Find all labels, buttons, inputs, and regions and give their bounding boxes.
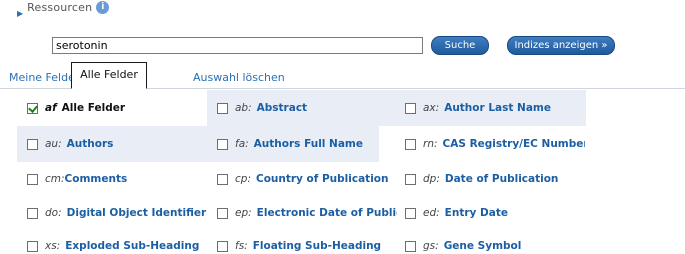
field-name: Entry Date — [444, 207, 508, 219]
field-name: Comments — [64, 173, 128, 185]
search-button[interactable]: Suche — [431, 36, 489, 55]
field-tabs: Meine Felder Alle Felder Auswahl löschen — [0, 62, 685, 89]
field-option[interactable]: fa: Authors Full Name — [217, 136, 363, 152]
field-name: Exploded Sub-Heading — [65, 240, 200, 252]
show-indices-button[interactable]: Indizes anzeigen » — [507, 36, 615, 55]
field-code: af — [45, 102, 57, 114]
search-input[interactable] — [52, 37, 423, 54]
checkbox[interactable] — [217, 207, 228, 219]
field-code: cm: — [45, 173, 65, 185]
tab-my-fields[interactable]: Meine Felder — [9, 71, 79, 84]
resources-toggle[interactable]: ▶ Ressourcen i — [17, 0, 110, 26]
field-option[interactable]: fs: Floating Sub-Heading — [217, 238, 381, 254]
field-option[interactable]: au: Authors — [27, 136, 113, 152]
checkbox[interactable] — [405, 102, 416, 114]
checkbox[interactable] — [405, 207, 416, 219]
field-option[interactable]: ax: Author Last Name — [405, 100, 551, 116]
field-code: fs: — [235, 240, 248, 252]
field-option[interactable]: ep: Electronic Date of Publicatio — [217, 205, 397, 221]
checkbox[interactable] — [405, 240, 416, 252]
field-code: rn: — [423, 138, 438, 150]
field-name: Date of Publication — [444, 173, 559, 185]
checkbox[interactable] — [217, 173, 228, 185]
field-option[interactable]: gs: Gene Symbol — [405, 238, 521, 254]
field-option[interactable]: ab: Abstract — [217, 100, 307, 116]
field-code: do: — [45, 207, 62, 219]
field-option[interactable]: cp: Country of Publication — [217, 171, 389, 187]
checkbox[interactable] — [217, 102, 228, 114]
field-code: cp: — [235, 173, 251, 185]
field-code: fa: — [235, 138, 249, 150]
field-option[interactable]: rn: CAS Registry/EC Number/Nam — [405, 136, 585, 152]
checkbox[interactable] — [27, 207, 38, 219]
field-option[interactable]: cm: Comments — [27, 171, 127, 187]
checkbox[interactable] — [217, 240, 228, 252]
field-option[interactable]: xs: Exploded Sub-Heading — [27, 238, 199, 254]
field-name: Authors — [66, 138, 114, 150]
checkbox[interactable] — [27, 138, 38, 150]
field-code: dp: — [423, 173, 440, 185]
field-name: Author Last Name — [444, 102, 551, 114]
checkbox[interactable] — [27, 240, 38, 252]
field-code: xs: — [45, 240, 61, 252]
field-name: Abstract — [256, 102, 308, 114]
field-name: Gene Symbol — [443, 240, 522, 252]
field-option[interactable]: af Alle Felder — [27, 100, 125, 116]
triangle-right-icon: ▶ — [17, 9, 24, 18]
field-name: Floating Sub-Heading — [252, 240, 382, 252]
field-option[interactable]: dp: Date of Publication — [405, 171, 558, 187]
field-option[interactable]: ed: Entry Date — [405, 205, 508, 221]
checkbox[interactable] — [405, 173, 416, 185]
field-name: Country of Publication — [255, 173, 389, 185]
field-name: Digital Object Identifier — [66, 207, 207, 219]
checkbox[interactable] — [217, 138, 228, 150]
field-code: gs: — [423, 240, 439, 252]
checkbox[interactable] — [27, 173, 38, 185]
field-code: ab: — [235, 102, 252, 114]
checkbox[interactable] — [27, 102, 38, 114]
field-name: Electronic Date of Publicatio — [256, 207, 397, 219]
resources-label: Ressourcen — [27, 0, 93, 14]
field-option[interactable]: do: Digital Object Identifier — [27, 205, 206, 221]
tab-all-fields[interactable]: Alle Felder — [71, 62, 147, 89]
field-code: ax: — [423, 102, 440, 114]
checkbox[interactable] — [405, 138, 416, 150]
field-name: Alle Felder — [61, 102, 126, 114]
field-name: CAS Registry/EC Number/Nam — [442, 138, 585, 150]
field-name: Authors Full Name — [253, 138, 363, 150]
info-icon[interactable]: i — [96, 0, 110, 14]
clear-selection-link[interactable]: Auswahl löschen — [193, 71, 285, 84]
field-code: ed: — [423, 207, 440, 219]
field-code: ep: — [235, 207, 252, 219]
field-code: au: — [45, 138, 62, 150]
